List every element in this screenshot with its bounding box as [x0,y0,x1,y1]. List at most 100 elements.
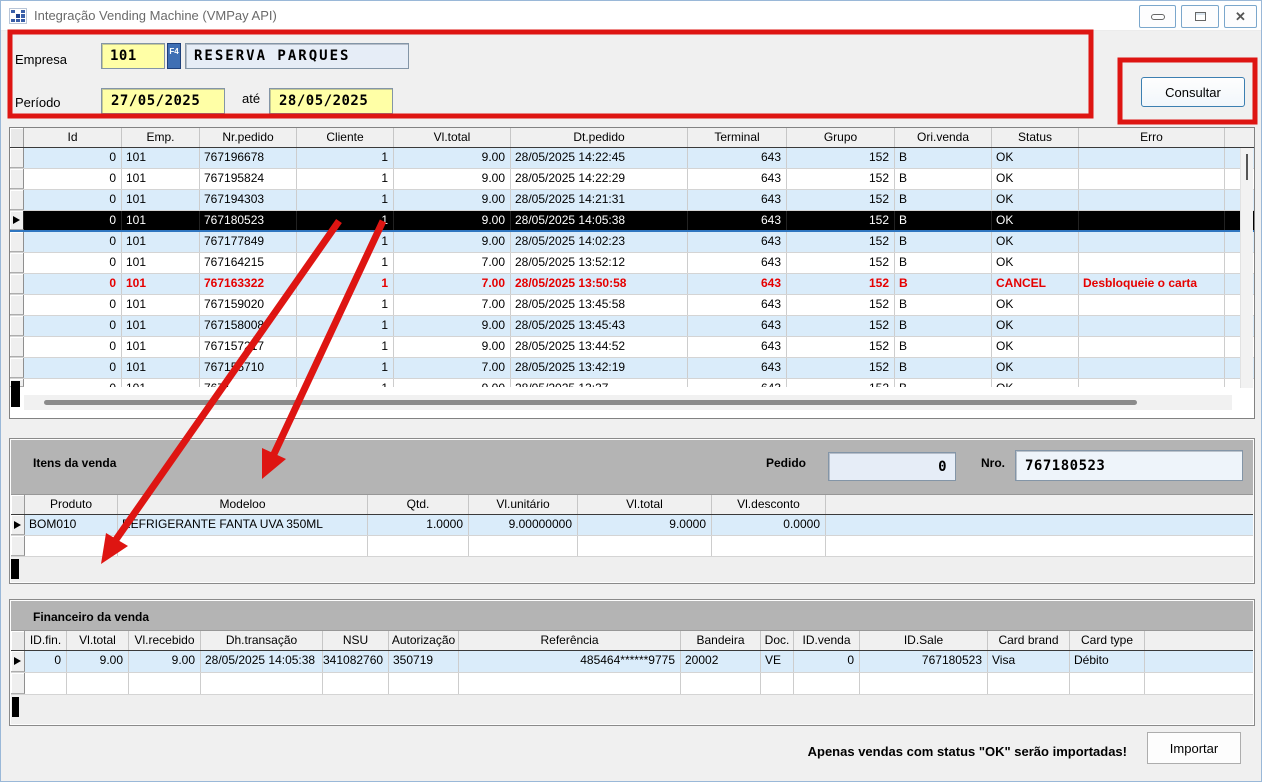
orders-cell-grupo[interactable]: 152 [787,337,895,357]
orders-row[interactable]: 0101767119.0028/05/2025 13:37643152BOK [10,379,1254,387]
periodo-from-input[interactable]: 27/05/2025 [101,88,225,114]
orders-cell-erro[interactable] [1079,148,1225,168]
itens-cell-filler[interactable] [826,536,1253,556]
row-indicator[interactable] [11,651,25,672]
orders-cell-terminal[interactable]: 643 [688,295,787,315]
orders-row[interactable]: 010176715571017.0028/05/2025 13:42:19643… [10,358,1254,379]
orders-cell-erro[interactable] [1079,190,1225,210]
financeiro-cell-ref[interactable]: 485464******9775 [459,651,681,672]
orders-cell-terminal[interactable]: 643 [688,379,787,387]
orders-cell-status[interactable]: CANCEL [992,274,1079,294]
orders-cell-cliente[interactable]: 1 [297,316,394,336]
itens-cell-modeloo[interactable]: REFRIGERANTE FANTA UVA 350ML [118,515,368,535]
orders-cell-emp[interactable]: 101 [122,169,200,189]
financeiro-cell-idvenda[interactable]: 0 [794,651,860,672]
orders-cell-dt[interactable]: 28/05/2025 13:52:12 [511,253,688,273]
orders-cell-grupo[interactable]: 152 [787,379,895,387]
row-indicator[interactable] [10,211,24,230]
orders-cell-dt[interactable]: 28/05/2025 13:44:52 [511,337,688,357]
financeiro-cell-idsale[interactable] [860,673,988,694]
itens-row[interactable]: BOM010REFRIGERANTE FANTA UVA 350ML1.0000… [11,515,1253,536]
importar-button[interactable]: Importar [1147,732,1241,764]
orders-cell-nr[interactable]: 767157217 [200,337,297,357]
itens-cell-vldesc[interactable] [712,536,826,556]
orders-cell-id[interactable]: 0 [24,316,122,336]
financeiro-cell-dh[interactable]: 28/05/2025 14:05:38 [201,651,323,672]
orders-cell-emp[interactable]: 101 [122,295,200,315]
orders-cell-ori[interactable]: B [895,148,992,168]
itens-cell-filler[interactable] [826,515,1253,535]
orders-cell-erro[interactable] [1079,316,1225,336]
orders-cell-terminal[interactable]: 643 [688,211,787,230]
orders-cell-vl[interactable]: 9.00 [394,190,511,210]
orders-cell-cliente[interactable]: 1 [297,295,394,315]
orders-cell-nr[interactable]: 767177849 [200,232,297,252]
orders-cell-status[interactable]: OK [992,379,1079,387]
financeiro-cell-band[interactable]: 20002 [681,651,761,672]
orders-cell-erro[interactable] [1079,211,1225,230]
orders-cell-status[interactable]: OK [992,253,1079,273]
row-indicator[interactable] [11,515,25,535]
orders-cell-grupo[interactable]: 152 [787,295,895,315]
financeiro-cell-cardtype[interactable] [1070,673,1145,694]
orders-cell-emp[interactable]: 101 [122,337,200,357]
orders-row[interactable]: 010176719430319.0028/05/2025 14:21:31643… [10,190,1254,211]
orders-cell-id[interactable]: 0 [24,253,122,273]
orders-cell-emp[interactable]: 101 [122,379,200,387]
orders-cell-status[interactable]: OK [992,190,1079,210]
itens-cell-vldesc[interactable]: 0.0000 [712,515,826,535]
orders-cell-status[interactable]: OK [992,316,1079,336]
orders-cell-terminal[interactable]: 643 [688,169,787,189]
orders-cell-vl[interactable]: 9.00 [394,379,511,387]
orders-cell-nr[interactable]: 767163322 [200,274,297,294]
orders-cell-dt[interactable]: 28/05/2025 13:37 [511,379,688,387]
close-button[interactable]: ✕ [1224,5,1257,28]
orders-cell-nr[interactable]: 767159020 [200,295,297,315]
orders-cell-erro[interactable] [1079,358,1225,378]
itens-row[interactable] [11,536,1253,557]
orders-row[interactable]: 010176719667819.0028/05/2025 14:22:45643… [10,148,1254,169]
orders-cell-dt[interactable]: 28/05/2025 14:22:29 [511,169,688,189]
orders-cell-vl[interactable]: 9.00 [394,169,511,189]
itens-cell-vltotal[interactable]: 9.0000 [578,515,712,535]
orders-cell-cliente[interactable]: 1 [297,379,394,387]
orders-cell-nr[interactable]: 767194303 [200,190,297,210]
orders-cell-status[interactable]: OK [992,337,1079,357]
orders-cell-id[interactable]: 0 [24,169,122,189]
financeiro-cell-aut[interactable] [389,673,459,694]
orders-cell-emp[interactable]: 101 [122,316,200,336]
orders-cell-erro[interactable] [1079,253,1225,273]
orders-cell-id[interactable]: 0 [24,358,122,378]
pedido-field[interactable]: 0 [828,452,956,481]
orders-row[interactable]: 010176716421517.0028/05/2025 13:52:12643… [10,253,1254,274]
orders-cell-grupo[interactable]: 152 [787,148,895,168]
orders-cell-terminal[interactable]: 643 [688,274,787,294]
financeiro-cell-cardbrand[interactable] [988,673,1070,694]
orders-cell-terminal[interactable]: 643 [688,190,787,210]
orders-cell-terminal[interactable]: 643 [688,232,787,252]
orders-cell-id[interactable]: 0 [24,379,122,387]
orders-cell-cliente[interactable]: 1 [297,190,394,210]
financeiro-cell-band[interactable] [681,673,761,694]
orders-cell-vl[interactable]: 9.00 [394,316,511,336]
orders-cell-dt[interactable]: 28/05/2025 13:45:43 [511,316,688,336]
itens-cell-vlunit[interactable] [469,536,578,556]
orders-cell-grupo[interactable]: 152 [787,358,895,378]
orders-cell-grupo[interactable]: 152 [787,232,895,252]
orders-cell-ori[interactable]: B [895,316,992,336]
financeiro-cell-cardtype[interactable]: Débito [1070,651,1145,672]
orders-cell-terminal[interactable]: 643 [688,253,787,273]
orders-cell-erro[interactable] [1079,295,1225,315]
orders-cell-erro[interactable]: Desbloqueie o carta [1079,274,1225,294]
orders-cell-vl[interactable]: 7.00 [394,274,511,294]
financeiro-cell-filler[interactable] [1145,651,1253,672]
empresa-name-field[interactable]: RESERVA PARQUES [185,43,409,69]
orders-cell-grupo[interactable]: 152 [787,211,895,230]
orders-cell-grupo[interactable]: 152 [787,190,895,210]
orders-cell-ori[interactable]: B [895,211,992,230]
orders-cell-id[interactable]: 0 [24,232,122,252]
orders-cell-emp[interactable]: 101 [122,190,200,210]
orders-row[interactable]: 010176715902017.0028/05/2025 13:45:58643… [10,295,1254,316]
orders-cell-id[interactable]: 0 [24,211,122,230]
orders-cell-nr[interactable]: 7671 [200,379,297,387]
